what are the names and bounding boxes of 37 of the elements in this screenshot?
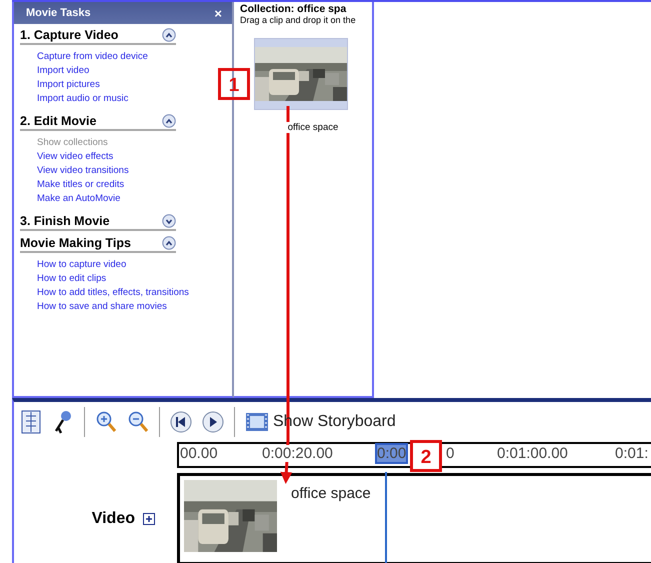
section-title: 1. Capture Video (20, 28, 118, 42)
microphone-icon[interactable] (52, 409, 74, 435)
track-label: Video (92, 510, 135, 528)
task-link[interactable]: How to add titles, effects, transitions (37, 286, 232, 300)
task-link[interactable]: Make an AutoMovie (37, 192, 232, 206)
callout-number: 2 (410, 440, 442, 472)
task-link[interactable]: How to edit clips (37, 272, 232, 286)
zoom-out-icon[interactable] (127, 409, 149, 435)
timeline-icon[interactable] (20, 409, 42, 435)
clip-thumbnail[interactable] (254, 38, 348, 110)
expand-icon[interactable] (143, 513, 155, 525)
collection-hint: Drag a clip and drop it on the (239, 15, 357, 25)
section-title: Movie Making Tips (20, 236, 131, 250)
callout-number: 1 (218, 68, 250, 100)
task-link[interactable]: View video effects (37, 150, 232, 164)
expand-icon[interactable] (162, 214, 176, 228)
play-icon[interactable] (202, 409, 224, 435)
collapse-icon[interactable] (162, 28, 176, 42)
close-button[interactable]: × (214, 6, 222, 20)
task-link[interactable]: Capture from video device (37, 50, 232, 64)
clip-name: office space (291, 485, 371, 504)
task-link[interactable]: How to save and share movies (37, 300, 232, 314)
collapse-icon[interactable] (162, 114, 176, 128)
task-link[interactable]: View video transitions (37, 164, 232, 178)
task-link[interactable]: Make titles or credits (37, 178, 232, 192)
section-title: 2. Edit Movie (20, 114, 96, 128)
task-link[interactable]: How to capture video (37, 258, 232, 272)
zoom-in-icon[interactable] (95, 409, 117, 435)
section-title: 3. Finish Movie (20, 214, 110, 228)
time-label: 0:00 (377, 445, 406, 462)
time-label: 0:00:20.00 (262, 445, 333, 462)
rewind-icon[interactable] (170, 409, 192, 435)
collection-title: Collection: office spa (239, 2, 348, 15)
pane-title: Movie Tasks (26, 7, 91, 19)
collapse-icon[interactable] (162, 236, 176, 250)
task-link: Show collections (37, 136, 109, 150)
film-icon (245, 410, 269, 434)
